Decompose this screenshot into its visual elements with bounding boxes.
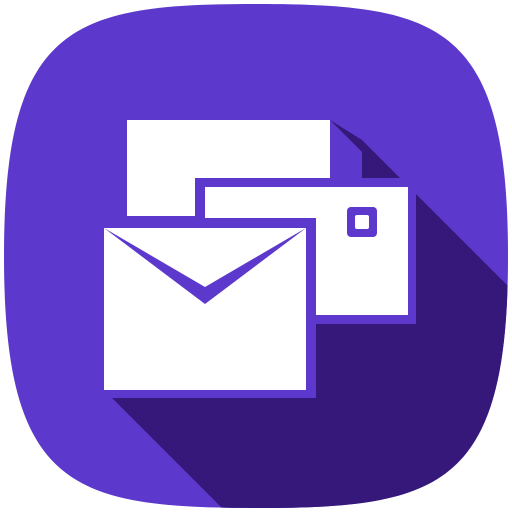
stamp-inner (355, 215, 369, 229)
mail-app-icon[interactable] (0, 0, 512, 512)
app-icon-canvas (0, 0, 512, 512)
